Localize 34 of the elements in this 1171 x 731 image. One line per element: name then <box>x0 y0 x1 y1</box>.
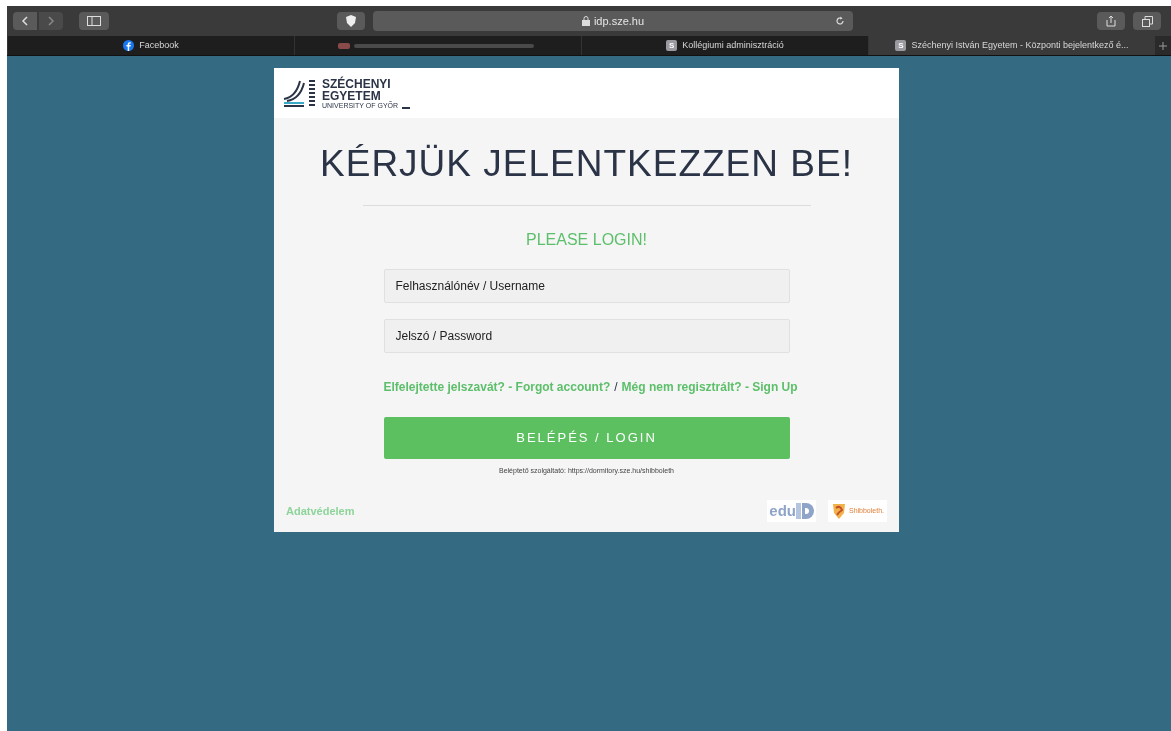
page-heading: KÉRJÜK JELENTKEZZEN BE! <box>320 142 853 186</box>
link-separator: / <box>614 379 618 396</box>
chevron-right-icon <box>47 16 55 26</box>
facebook-icon <box>123 40 135 51</box>
forward-button[interactable] <box>39 12 63 30</box>
logo-text: EGYETEM <box>322 89 381 102</box>
login-subheading: PLEASE LOGIN! <box>526 230 647 250</box>
logo-icon <box>282 77 316 109</box>
share-button[interactable] <box>1097 12 1125 30</box>
url-text: idp.sze.hu <box>593 13 645 29</box>
browser-tab[interactable]: S Széchenyi István Egyetem - Központi bejelentkező é... <box>868 36 1155 55</box>
share-icon <box>1106 15 1116 27</box>
tab-title: Széchenyi István Egyetem - Központi bejelentkező é... <box>911 38 1129 52</box>
lock-icon <box>581 16 590 26</box>
tab-title: Facebook <box>139 38 179 52</box>
sidebar-icon <box>87 16 101 26</box>
shield-icon <box>346 15 356 27</box>
tab-title: Kollégiumi adminisztráció <box>682 38 784 52</box>
tabs-overview-button[interactable] <box>1133 12 1161 30</box>
site-badge-icon: S <box>895 40 907 51</box>
new-tab-icon[interactable] <box>1159 41 1167 50</box>
address-bar[interactable]: idp.sze.hu <box>373 11 853 31</box>
input-field[interactable]: Jelszó / Password <box>383 319 790 353</box>
shield-icon <box>830 501 847 520</box>
input-field[interactable]: Felhasználónév / Username <box>383 269 790 303</box>
eduid-text: edu <box>769 500 796 521</box>
sidebar-button[interactable] <box>79 12 109 30</box>
shield-button[interactable] <box>337 12 365 30</box>
logo-text: SZÉCHENYI <box>322 77 392 90</box>
reload-icon[interactable] <box>835 16 845 26</box>
site-badge-icon: S <box>666 40 678 51</box>
tabs-icon <box>1141 15 1153 27</box>
chevron-left-icon <box>21 16 29 26</box>
back-button[interactable] <box>13 12 37 30</box>
